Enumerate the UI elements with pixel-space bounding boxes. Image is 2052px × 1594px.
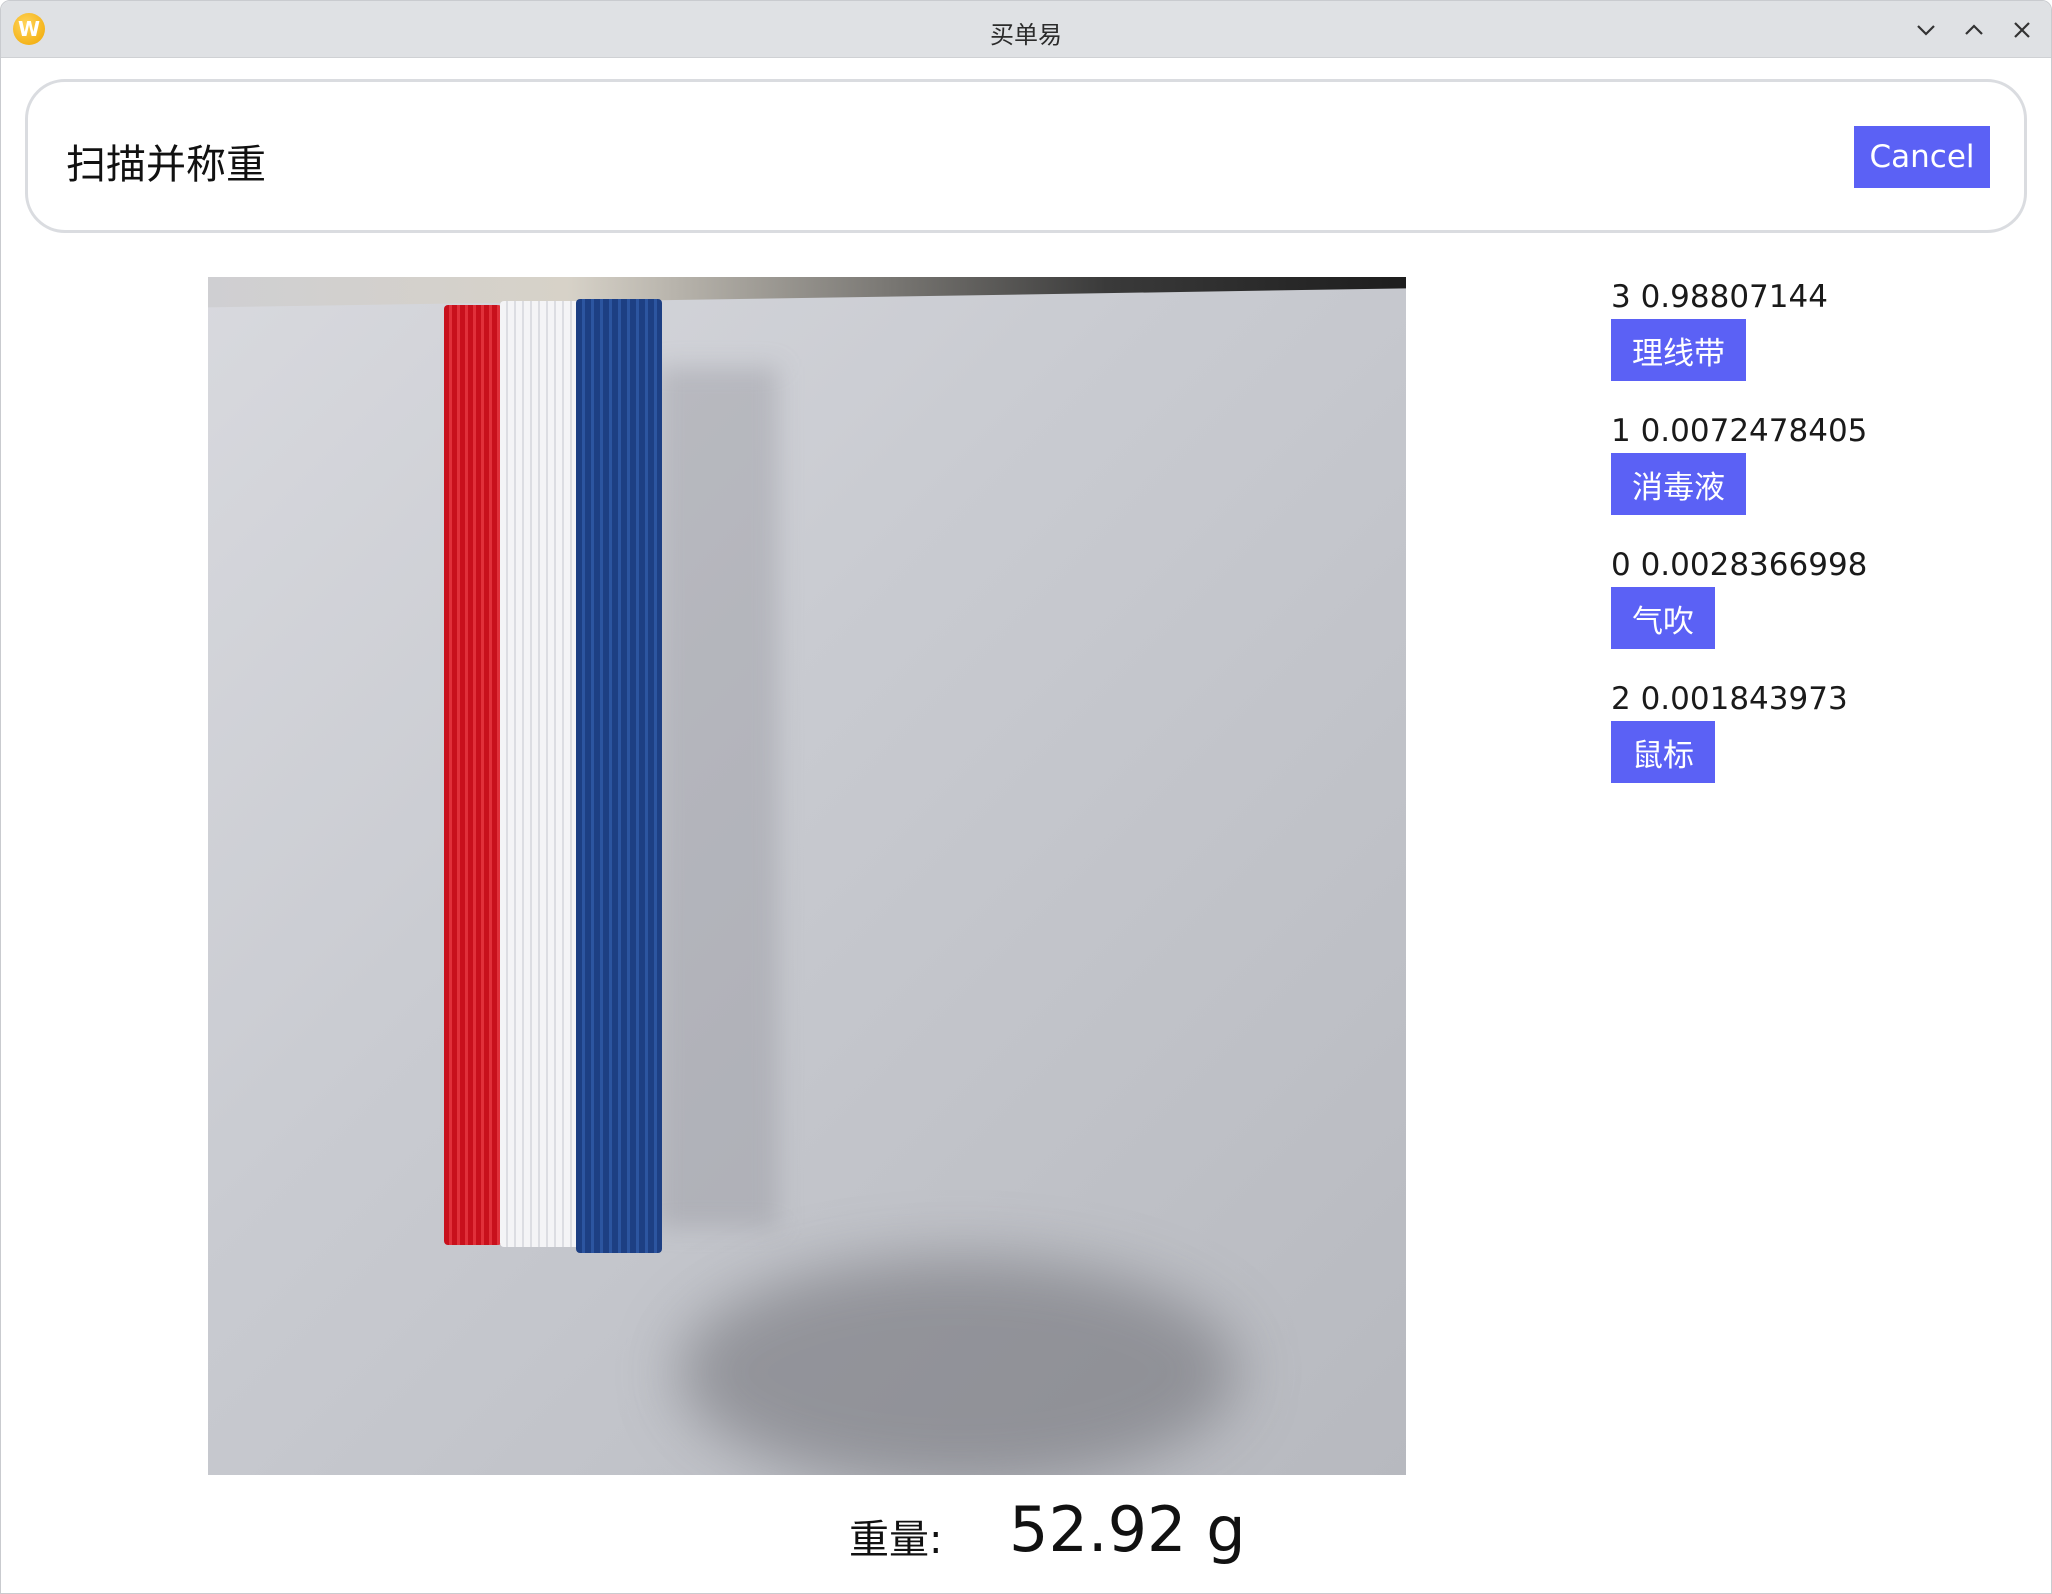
result-item: 3 0.98807144 理线带	[1611, 277, 2011, 381]
result-score: 3 0.98807144	[1611, 279, 1828, 315]
chevron-up-icon	[1965, 24, 1983, 35]
result-label-button[interactable]: 气吹	[1611, 587, 1715, 649]
white-cable-strap	[500, 301, 582, 1247]
result-item: 2 0.001843973 鼠标	[1611, 679, 2011, 783]
header-card: 扫描并称重 Cancel	[25, 79, 2027, 233]
hand-shadow	[678, 1257, 1238, 1475]
window-title: 买单易	[990, 21, 1062, 49]
result-label-button[interactable]: 理线带	[1611, 319, 1746, 381]
results-panel: 3 0.98807144 理线带 1 0.0072478405 消毒液 0 0.…	[1611, 277, 2011, 813]
close-icon	[2014, 22, 2030, 38]
chevron-down-icon	[1917, 25, 1935, 36]
minimize-button[interactable]	[1909, 13, 1943, 47]
page-title: 扫描并称重	[66, 142, 266, 188]
close-button[interactable]	[2005, 13, 2039, 47]
result-score: 1 0.0072478405	[1611, 413, 1868, 449]
weight-label: 重量:	[849, 1517, 943, 1563]
red-cable-strap	[444, 305, 502, 1245]
cancel-button[interactable]: Cancel	[1854, 126, 1990, 188]
weight-value: 52.92 g	[1009, 1493, 1246, 1566]
result-item: 1 0.0072478405 消毒液	[1611, 411, 2011, 515]
result-score: 2 0.001843973	[1611, 681, 1848, 717]
blue-cable-strap	[576, 299, 662, 1253]
result-label-button[interactable]: 鼠标	[1611, 721, 1715, 783]
title-bar: W 买单易	[1, 1, 2051, 58]
result-item: 0 0.0028366998 气吹	[1611, 545, 2011, 649]
app-window: W 买单易 扫描并称重 Cancel 3 0.98807144 理线带 1 0.…	[0, 0, 2052, 1594]
maximize-button[interactable]	[1957, 13, 1991, 47]
result-score: 0 0.0028366998	[1611, 547, 1868, 583]
result-label-button[interactable]: 消毒液	[1611, 453, 1746, 515]
camera-preview	[208, 277, 1406, 1475]
strap-shadow	[658, 367, 778, 1227]
